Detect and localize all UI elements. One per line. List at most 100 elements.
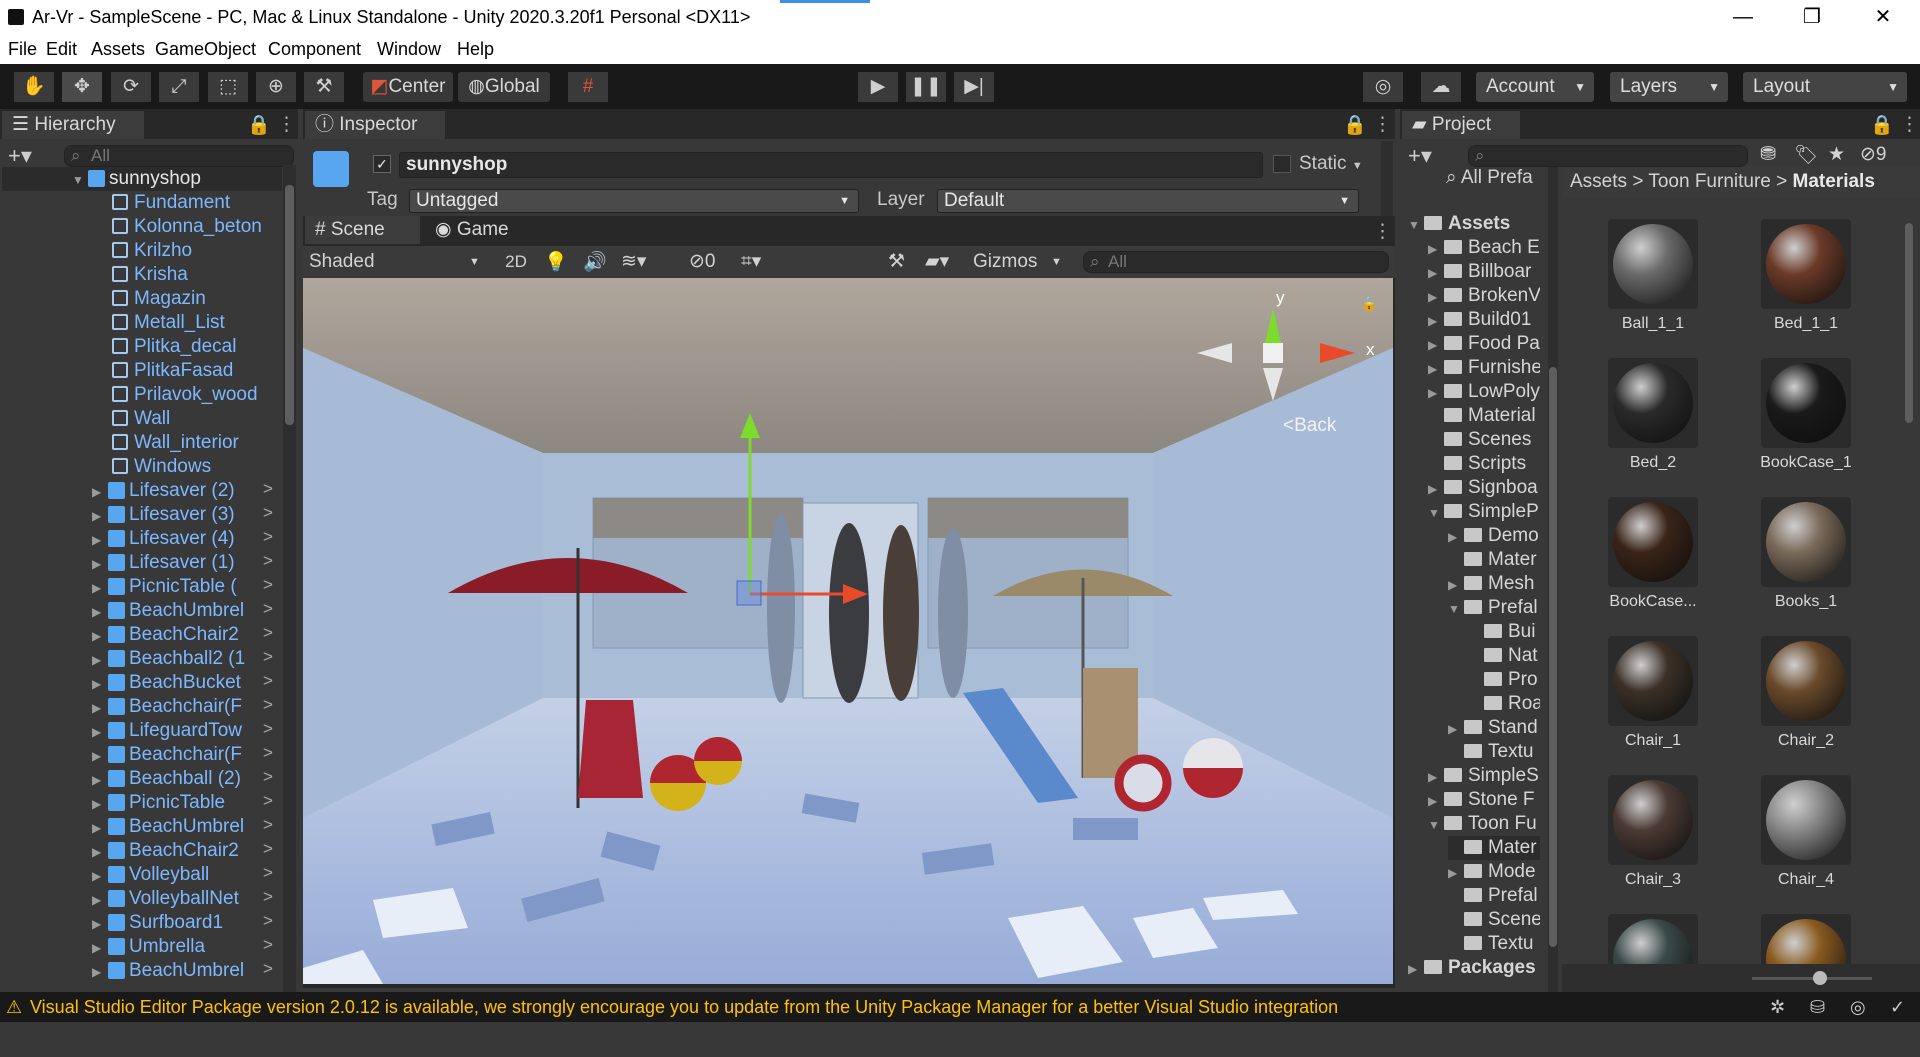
folder-tree-item[interactable]: ▼ Assets xyxy=(1408,212,1540,236)
folder-tree-item[interactable]: Scenes xyxy=(1428,428,1540,452)
expand-arrow-icon[interactable]: ▶ xyxy=(1448,573,1464,596)
hierarchy-prefab-item[interactable]: ▶ Beachball2 (1 xyxy=(92,647,262,671)
hierarchy-scrollbar[interactable] xyxy=(283,165,296,992)
tab-game[interactable]: ◉ Game xyxy=(425,216,535,244)
close-button[interactable]: ✕ xyxy=(1854,0,1912,36)
hierarchy-item[interactable]: Plitka_decal xyxy=(112,335,282,359)
hierarchy-prefab-item[interactable]: ▶ Lifesaver (2) xyxy=(92,479,262,503)
hierarchy-prefab-item[interactable]: ▶ BeachUmbrel xyxy=(92,599,262,623)
custom-tool-icon[interactable]: ⚒ xyxy=(304,72,344,102)
hierarchy-item[interactable]: Wall xyxy=(112,407,282,431)
scrollbar-thumb[interactable] xyxy=(1905,223,1913,423)
expand-arrow-icon[interactable]: ▼ xyxy=(72,168,88,191)
folder-tree-item[interactable]: ▼ Toon Fu xyxy=(1428,812,1540,836)
folder-tree-item[interactable]: ▶ Beach E xyxy=(1428,236,1540,260)
open-prefab-chevron-icon[interactable]: > xyxy=(263,479,273,499)
folder-tree-item[interactable]: ▶ Stone F xyxy=(1428,788,1540,812)
tab-scene[interactable]: # Scene xyxy=(305,216,420,244)
expand-arrow-icon[interactable]: ▶ xyxy=(1428,309,1444,332)
move-tool-icon[interactable]: ✥ xyxy=(62,72,102,102)
hierarchy-prefab-item[interactable]: ▶ Surfboard1 xyxy=(92,911,262,935)
open-prefab-chevron-icon[interactable]: > xyxy=(263,959,273,979)
material-label[interactable]: BookCase... xyxy=(1583,593,1723,611)
status-message[interactable]: Visual Studio Editor Package version 2.0… xyxy=(30,992,1338,1022)
material-thumbnail[interactable] xyxy=(1761,497,1851,587)
folder-tree-item[interactable]: ▶ BrokenV xyxy=(1428,284,1540,308)
expand-arrow-icon[interactable]: ▶ xyxy=(1428,237,1444,260)
more-options-icon[interactable]: ⋮ xyxy=(1373,220,1392,243)
create-add-icon[interactable]: +▾ xyxy=(1408,143,1432,169)
static-checkbox[interactable] xyxy=(1273,155,1291,173)
expand-arrow-icon[interactable]: ▶ xyxy=(1408,957,1424,980)
folder-tree-item[interactable]: Material xyxy=(1428,404,1540,428)
grid-snap-icon[interactable]: # xyxy=(568,72,608,102)
scale-tool-icon[interactable]: ⤢ xyxy=(159,72,199,102)
zoom-slider[interactable] xyxy=(1752,977,1872,980)
open-prefab-chevron-icon[interactable]: > xyxy=(263,863,273,883)
restore-button[interactable]: ❐ xyxy=(1783,0,1841,36)
folder-tree-item[interactable]: ▶ Packages xyxy=(1408,956,1540,980)
folder-tree-item[interactable]: Pro xyxy=(1468,668,1540,692)
expand-arrow-icon[interactable]: ▶ xyxy=(92,552,108,575)
hierarchy-item[interactable]: PlitkaFasad xyxy=(112,359,282,383)
scrollbar-thumb[interactable] xyxy=(285,185,294,425)
expand-arrow-icon[interactable]: ▶ xyxy=(92,600,108,623)
all-prefabs-filter[interactable]: ⌕ All Prefa xyxy=(1446,167,1550,189)
hierarchy-item[interactable]: Kolonna_beton xyxy=(112,215,282,239)
menu-component[interactable]: Component xyxy=(268,39,361,60)
rotate-tool-icon[interactable]: ⟳ xyxy=(111,72,151,102)
open-prefab-chevron-icon[interactable]: > xyxy=(263,839,273,859)
hidden-packages-toggle[interactable]: ⊘9 xyxy=(1860,143,1887,166)
expand-arrow-icon[interactable]: ▼ xyxy=(1408,213,1424,236)
check-icon[interactable]: ✓ xyxy=(1890,992,1905,1022)
account-dropdown[interactable]: Account ▼ xyxy=(1476,72,1594,102)
expand-arrow-icon[interactable]: ▶ xyxy=(1428,789,1444,812)
pause-button[interactable]: ❚❚ xyxy=(906,72,946,102)
effects-icon[interactable]: ≋▾ xyxy=(621,250,646,273)
open-prefab-chevron-icon[interactable]: > xyxy=(263,623,273,643)
scene-search-input[interactable]: ⌕ All xyxy=(1083,251,1389,273)
expand-arrow-icon[interactable]: ▶ xyxy=(92,888,108,911)
open-prefab-chevron-icon[interactable]: > xyxy=(263,935,273,955)
expand-arrow-icon[interactable]: ▶ xyxy=(92,768,108,791)
expand-arrow-icon[interactable]: ▶ xyxy=(92,912,108,935)
material-label[interactable]: Chair_2 xyxy=(1736,732,1876,750)
breadcrumb-materials[interactable]: Materials xyxy=(1793,171,1875,192)
zoom-slider-handle[interactable] xyxy=(1813,971,1827,985)
folder-tree-item[interactable]: Textu xyxy=(1448,932,1540,956)
expand-arrow-icon[interactable]: ▶ xyxy=(1428,333,1444,356)
folder-tree-item[interactable]: ▶ Food Pa xyxy=(1428,332,1540,356)
menu-window[interactable]: Window xyxy=(377,39,441,60)
tab-hierarchy[interactable]: ☰ Hierarchy xyxy=(2,111,144,139)
folder-tree-item[interactable]: ▶ Furnishe xyxy=(1428,356,1540,380)
open-prefab-chevron-icon[interactable]: > xyxy=(263,911,273,931)
open-prefab-chevron-icon[interactable]: > xyxy=(263,743,273,763)
more-options-icon[interactable]: ⋮ xyxy=(277,113,296,136)
tab-project[interactable]: ▰ Project xyxy=(1402,111,1520,139)
tag-dropdown[interactable]: Untagged ▼ xyxy=(409,189,859,213)
hierarchy-prefab-item[interactable]: ▶ Lifesaver (3) xyxy=(92,503,262,527)
progress-icon[interactable]: ◎ xyxy=(1850,992,1866,1022)
object-name-field[interactable]: sunnyshop xyxy=(399,152,1263,178)
folder-tree-item[interactable]: ▶ Mesh xyxy=(1448,572,1540,596)
material-label[interactable]: BookCase_1 xyxy=(1736,454,1876,472)
material-label[interactable]: Chair_1 xyxy=(1583,732,1723,750)
favorites-star-icon[interactable]: ★ xyxy=(1828,143,1845,166)
debug-icon[interactable]: ✲ xyxy=(1770,992,1785,1022)
tools-icon[interactable]: ⚒ xyxy=(888,250,905,273)
expand-arrow-icon[interactable]: ▶ xyxy=(1428,477,1444,500)
rect-tool-icon[interactable]: ⬚ xyxy=(208,72,248,102)
expand-arrow-icon[interactable]: ▶ xyxy=(92,792,108,815)
expand-arrow-icon[interactable]: ▶ xyxy=(1428,285,1444,308)
tab-inspector[interactable]: ⓘ Inspector xyxy=(305,111,445,139)
expand-arrow-icon[interactable]: ▶ xyxy=(1428,765,1444,788)
material-label[interactable]: Bed_2 xyxy=(1583,454,1723,472)
material-label[interactable]: Books_1 xyxy=(1736,593,1876,611)
lock-icon[interactable]: 🔒 xyxy=(1870,113,1894,137)
expand-arrow-icon[interactable]: ▼ xyxy=(1428,501,1444,524)
hierarchy-prefab-item[interactable]: ▶ Umbrella xyxy=(92,935,262,959)
step-button[interactable]: ▶| xyxy=(954,72,994,102)
expand-arrow-icon[interactable]: ▼ xyxy=(1448,597,1464,620)
hierarchy-item[interactable]: Wall_interior xyxy=(112,431,282,455)
folder-tree-item[interactable]: Mater xyxy=(1448,548,1540,572)
